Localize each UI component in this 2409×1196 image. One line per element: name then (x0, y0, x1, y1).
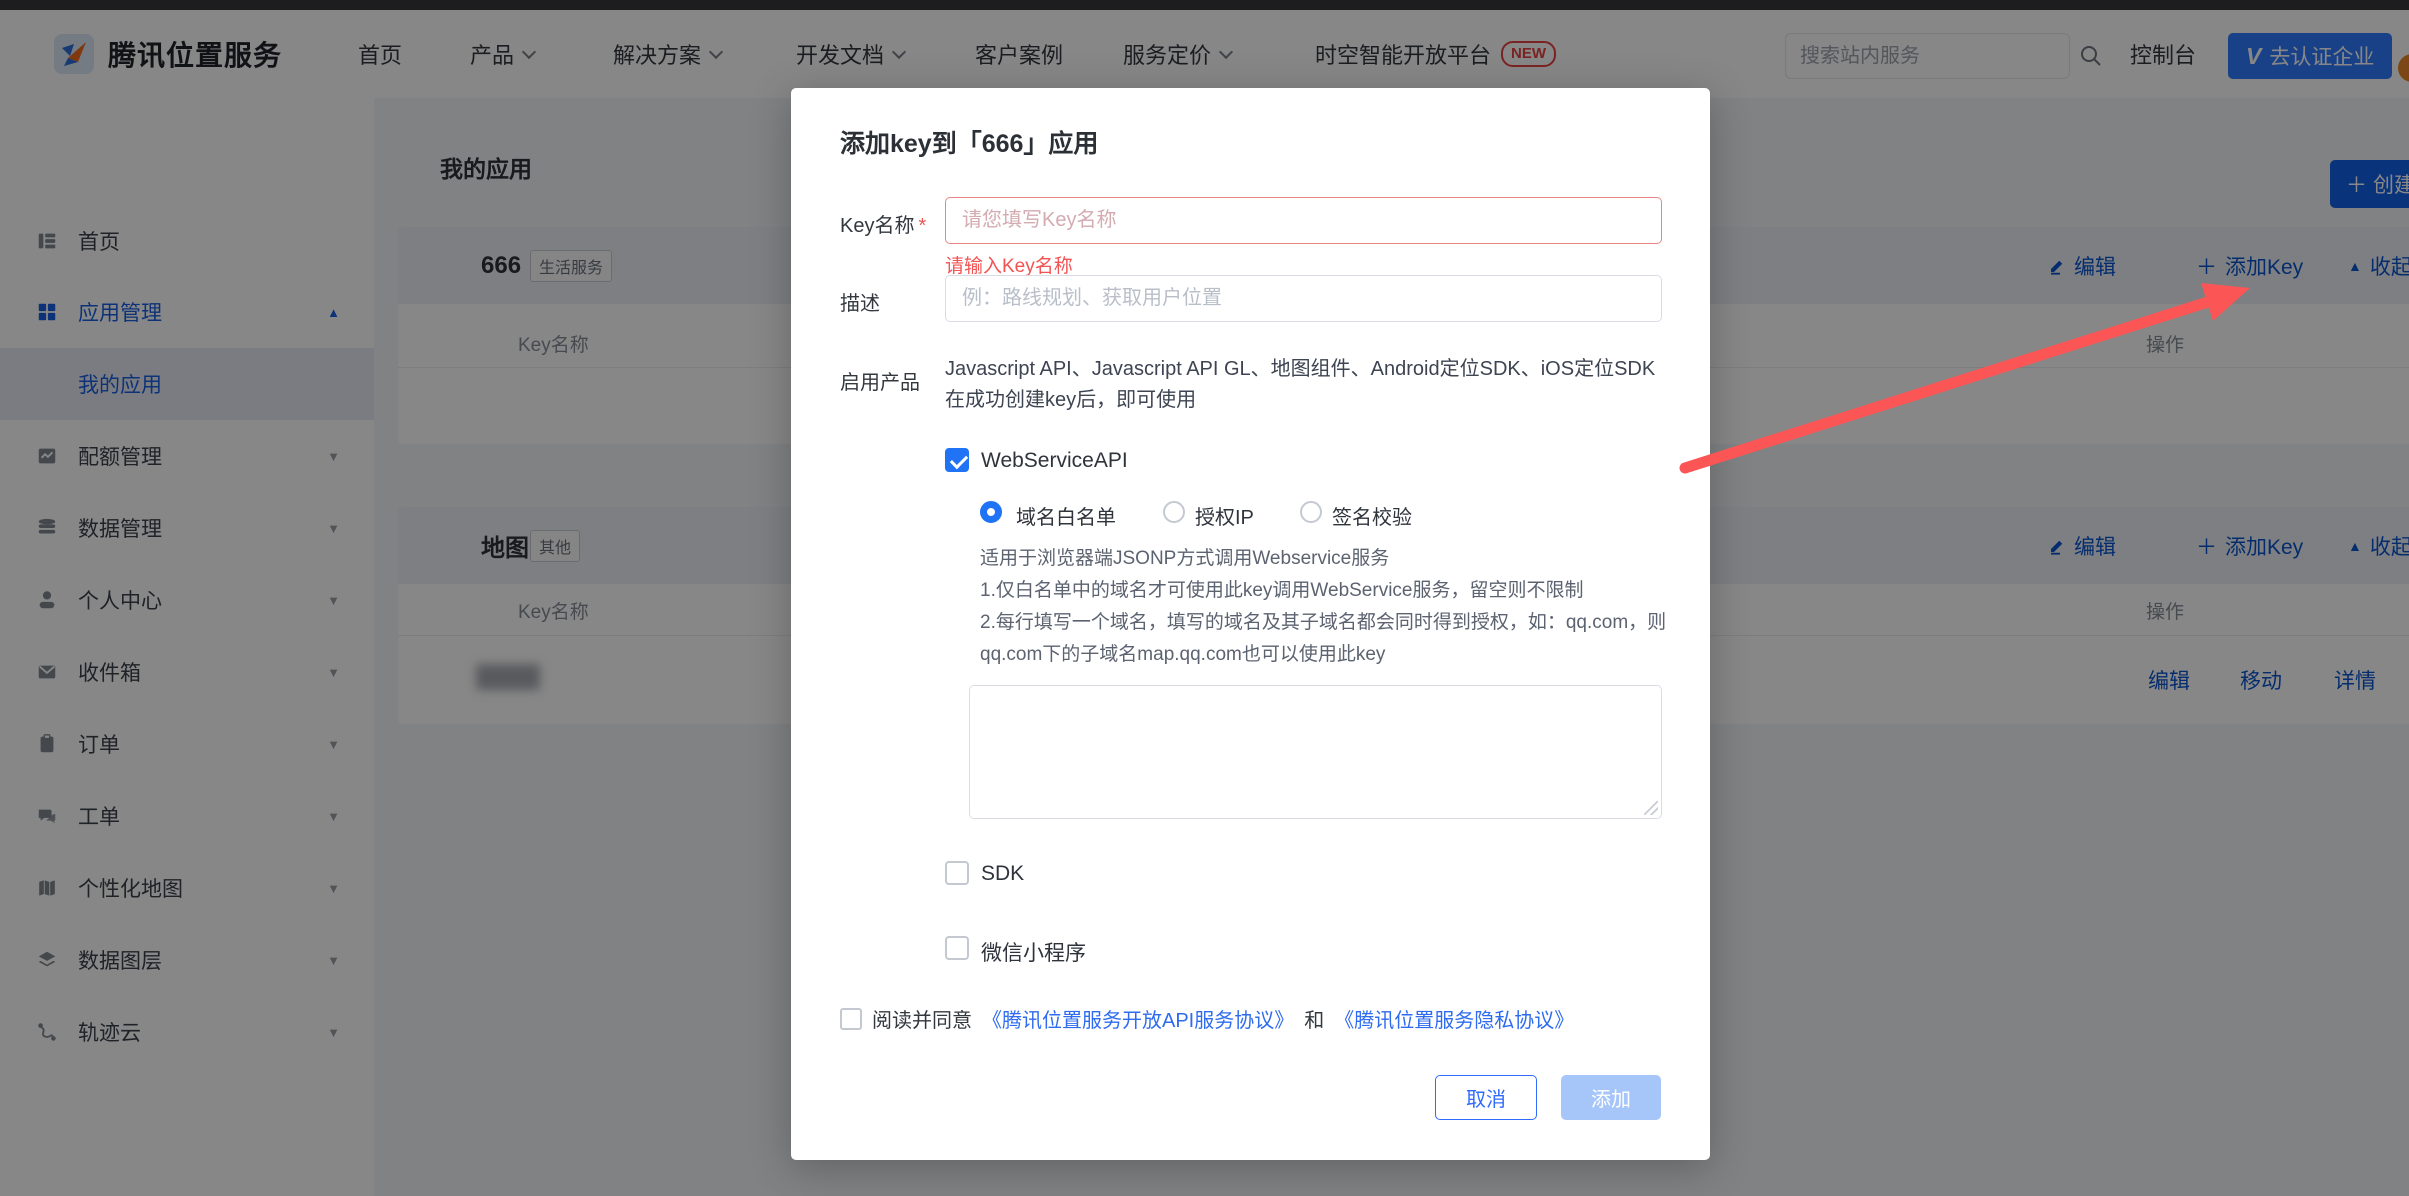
radio-signature-check-label: 签名校验 (1332, 507, 1412, 529)
help-line-2: 1.仅白名单中的域名才可使用此key调用WebService服务，留空则不限制 (980, 580, 1584, 601)
modal-title: 添加key到「666」应用 (840, 130, 1099, 158)
sdk-label: SDK (981, 862, 1025, 885)
help-line-3: 2.每行填写一个域名，填写的域名及其子域名都会同时得到授权，如：qq.com，则… (980, 612, 1667, 665)
sdk-checkbox[interactable] (945, 861, 969, 885)
key-name-error: 请输入Key名称 (945, 256, 1073, 277)
webservice-checkbox[interactable] (945, 448, 969, 472)
description-label: 描述 (840, 293, 880, 315)
radio-authorized-ip[interactable] (1163, 501, 1185, 523)
help-line-1: 适用于浏览器端JSONP方式调用Webservice服务 (980, 548, 1390, 569)
wechat-miniprogram-label: 微信小程序 (981, 942, 1086, 965)
agreement-and: 和 (1304, 1010, 1325, 1032)
description-input[interactable] (945, 275, 1662, 322)
domain-whitelist-textarea[interactable] (969, 685, 1662, 819)
privacy-agreement-link[interactable]: 《腾讯位置服务隐私协议》 (1334, 1004, 1574, 1033)
submit-add-button[interactable]: 添加 (1561, 1075, 1661, 1120)
key-name-input[interactable] (945, 197, 1662, 244)
radio-authorized-ip-label: 授权IP (1195, 507, 1254, 529)
add-key-modal: 添加key到「666」应用 Key名称* 请输入Key名称 描述 启用产品 Ja… (791, 88, 1710, 1160)
wechat-miniprogram-checkbox[interactable] (945, 936, 969, 960)
page-root: 腾讯位置服务 首页 产品 解决方案 开发文档 客户案例 服务定价 时空智能开放平… (0, 0, 2409, 1196)
required-asterisk: * (918, 215, 927, 237)
products-label: 启用产品 (840, 372, 920, 394)
key-name-label: Key名称 * (840, 215, 927, 237)
products-description: Javascript API、Javascript API GL、地图组件、An… (945, 358, 1656, 411)
agreement-prefix: 阅读并同意 (872, 1010, 972, 1032)
agreement-row: 阅读并同意 《腾讯位置服务开放API服务协议》 和 《腾讯位置服务隐私协议》 (840, 1004, 1574, 1033)
radio-domain-whitelist[interactable] (980, 501, 1002, 523)
radio-signature-check[interactable] (1300, 501, 1322, 523)
webservice-help: 适用于浏览器端JSONP方式调用Webservice服务 1.仅白名单中的域名才… (980, 543, 1680, 671)
agreement-checkbox[interactable] (840, 1007, 862, 1030)
textarea-resize-handle[interactable] (1644, 801, 1658, 815)
cancel-button[interactable]: 取消 (1435, 1075, 1537, 1120)
webservice-label: WebServiceAPI (981, 449, 1128, 472)
radio-domain-whitelist-label: 域名白名单 (1016, 507, 1116, 529)
api-agreement-link[interactable]: 《腾讯位置服务开放API服务协议》 (982, 1004, 1294, 1033)
